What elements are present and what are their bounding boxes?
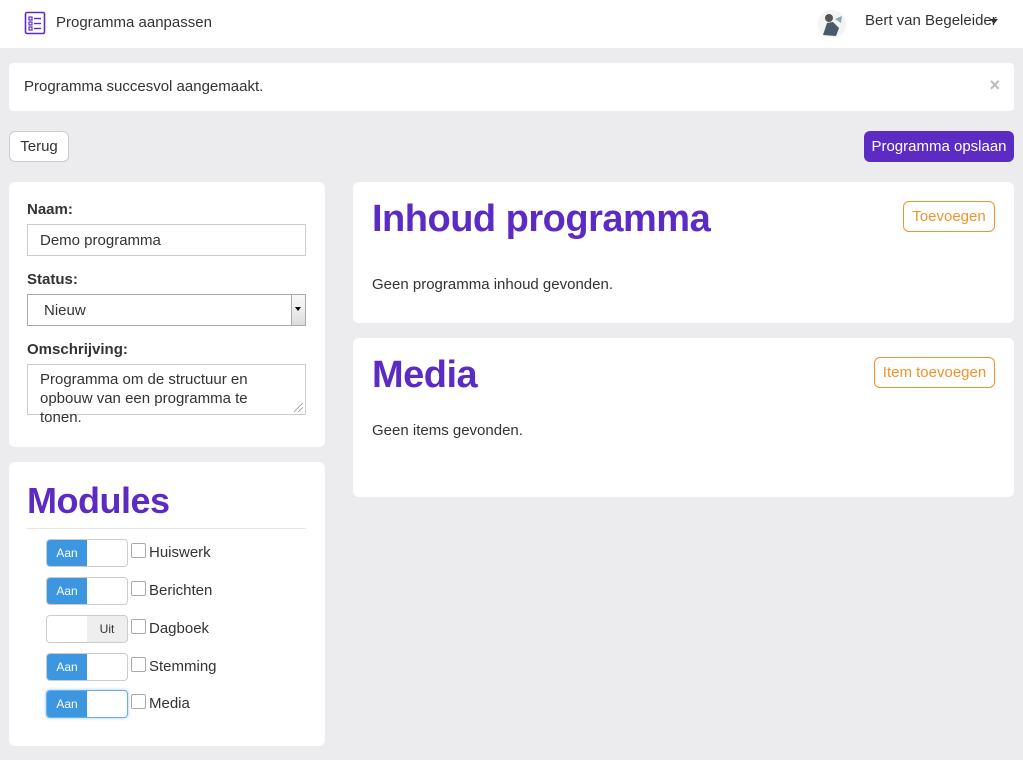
module-checkbox-huiswerk[interactable] <box>131 543 146 558</box>
toggle-off-label: Uit <box>87 616 127 642</box>
checklist-icon <box>24 11 46 35</box>
content-heading: Inhoud programma <box>372 198 711 240</box>
modules-heading: Modules <box>27 480 170 521</box>
status-label: Status: <box>27 271 78 288</box>
modules-panel: Modules Aan Huiswerk Aan Berichten Uit D… <box>9 462 325 746</box>
module-toggle-dagboek[interactable]: Uit <box>46 615 128 643</box>
module-label-dagboek: Dagboek <box>149 620 210 637</box>
page-title: Programma aanpassen <box>56 14 212 31</box>
module-toggle-stemming[interactable]: Aan <box>46 653 128 681</box>
divider <box>27 528 306 529</box>
add-content-button[interactable]: Toevoegen <box>903 201 995 232</box>
description-textarea[interactable]: Programma om de structuur en opbouw van … <box>27 364 306 426</box>
toggle-on-label: Aan <box>47 691 87 717</box>
module-label-berichten: Berichten <box>149 582 213 599</box>
program-form-panel: Naam: Demo programma Status: Nieuw Omsch… <box>9 182 325 447</box>
media-panel: Media Item toevoegen Geen items gevonden… <box>353 338 1014 497</box>
chevron-down-icon[interactable] <box>990 19 998 24</box>
module-checkbox-dagboek[interactable] <box>131 619 146 634</box>
back-button[interactable]: Terug <box>9 131 69 162</box>
description-text: Programma om de structuur en opbouw van … <box>40 371 248 426</box>
dropdown-arrow-icon[interactable] <box>291 295 305 325</box>
module-label-huiswerk: Huiswerk <box>149 544 211 561</box>
module-checkbox-stemming[interactable] <box>131 657 146 672</box>
top-navbar: Programma aanpassen Bert van Begeleider <box>0 0 1023 48</box>
content-empty-text: Geen programma inhoud gevonden. <box>372 276 613 293</box>
close-icon[interactable]: × <box>989 75 1000 95</box>
module-label-media: Media <box>149 695 190 712</box>
save-program-button[interactable]: Programma opslaan <box>864 131 1014 162</box>
resize-handle-icon[interactable] <box>294 403 303 412</box>
module-toggle-berichten[interactable]: Aan <box>46 577 128 605</box>
module-toggle-huiswerk[interactable]: Aan <box>46 539 128 567</box>
name-input[interactable]: Demo programma <box>27 224 306 256</box>
success-alert: Programma succesvol aangemaakt. × <box>9 63 1014 111</box>
add-media-item-button[interactable]: Item toevoegen <box>874 357 995 388</box>
status-select-value: Nieuw <box>44 302 86 319</box>
module-label-stemming: Stemming <box>149 658 217 675</box>
program-content-panel: Inhoud programma Toevoegen Geen programm… <box>353 182 1014 323</box>
user-menu-name[interactable]: Bert van Begeleider <box>865 12 997 29</box>
module-toggle-media[interactable]: Aan <box>46 690 128 718</box>
user-avatar[interactable] <box>817 9 847 39</box>
module-checkbox-media[interactable] <box>131 694 146 709</box>
toggle-on-label: Aan <box>47 578 87 604</box>
status-select[interactable]: Nieuw <box>27 294 306 326</box>
description-label: Omschrijving: <box>27 341 128 358</box>
alert-message: Programma succesvol aangemaakt. <box>24 78 264 95</box>
toggle-on-label: Aan <box>47 654 87 680</box>
media-empty-text: Geen items gevonden. <box>372 422 523 439</box>
name-label: Naam: <box>27 201 73 218</box>
media-heading: Media <box>372 354 478 396</box>
module-checkbox-berichten[interactable] <box>131 581 146 596</box>
toggle-on-label: Aan <box>47 540 87 566</box>
